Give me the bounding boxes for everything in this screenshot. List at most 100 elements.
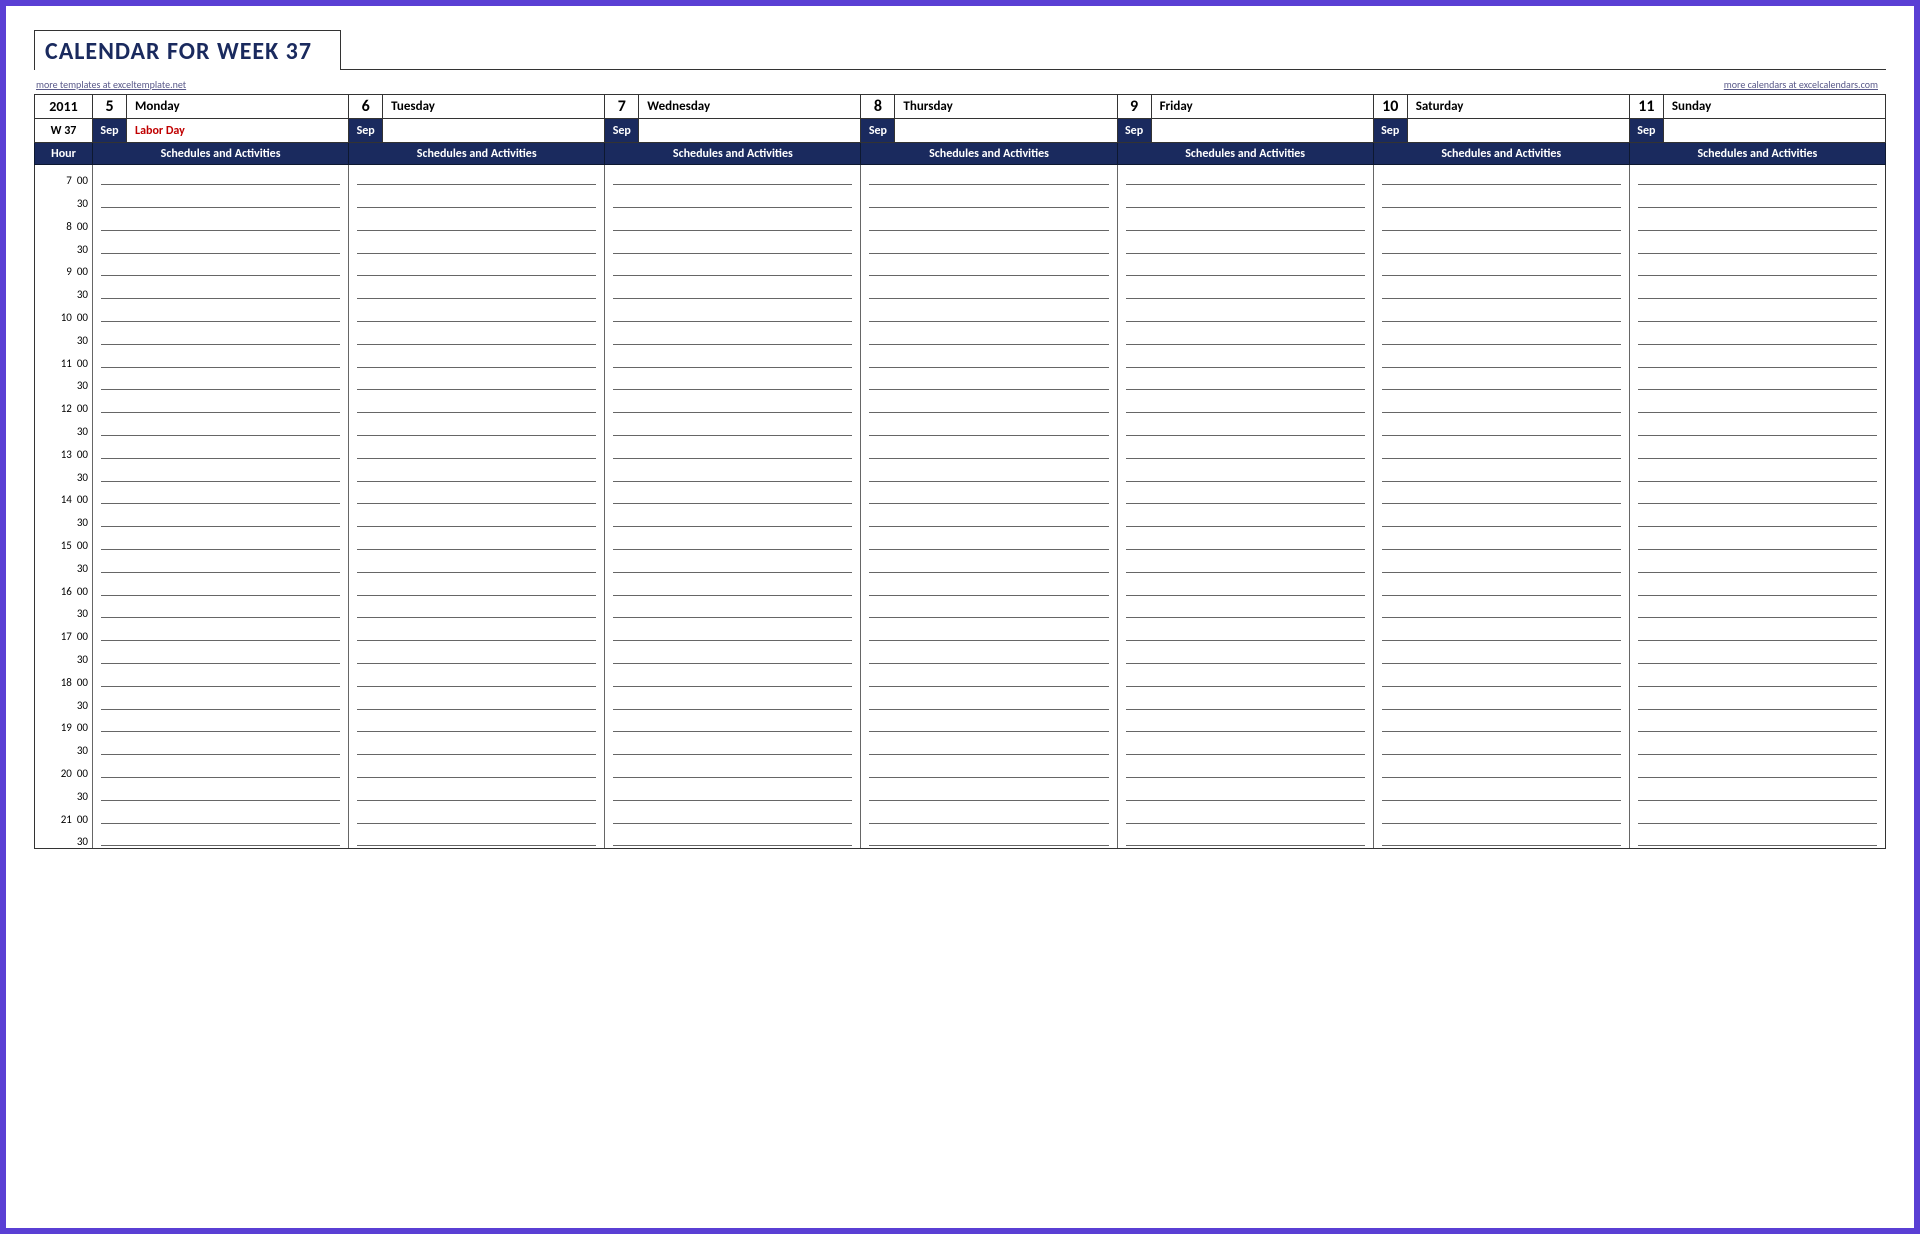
schedule-cell[interactable] bbox=[1117, 233, 1373, 256]
schedule-cell[interactable] bbox=[349, 461, 605, 484]
schedule-cell[interactable] bbox=[349, 689, 605, 712]
schedule-cell[interactable] bbox=[1373, 552, 1629, 575]
schedule-cell[interactable] bbox=[1629, 256, 1885, 279]
schedule-cell[interactable] bbox=[1629, 370, 1885, 393]
schedule-cell[interactable] bbox=[1629, 506, 1885, 529]
schedule-cell[interactable] bbox=[861, 187, 1117, 210]
schedule-cell[interactable] bbox=[1117, 734, 1373, 757]
schedule-cell[interactable] bbox=[93, 803, 349, 826]
schedule-cell[interactable] bbox=[605, 415, 861, 438]
schedule-cell[interactable] bbox=[1117, 803, 1373, 826]
schedule-cell[interactable] bbox=[1373, 278, 1629, 301]
schedule-cell[interactable] bbox=[1629, 689, 1885, 712]
schedule-cell[interactable] bbox=[1117, 620, 1373, 643]
schedule-cell[interactable] bbox=[1373, 643, 1629, 666]
schedule-cell[interactable] bbox=[349, 301, 605, 324]
schedule-cell[interactable] bbox=[861, 643, 1117, 666]
schedule-cell[interactable] bbox=[93, 575, 349, 598]
schedule-cell[interactable] bbox=[93, 826, 349, 849]
schedule-cell[interactable] bbox=[93, 278, 349, 301]
schedule-cell[interactable] bbox=[1373, 187, 1629, 210]
schedule-cell[interactable] bbox=[1117, 461, 1373, 484]
schedule-cell[interactable] bbox=[1117, 826, 1373, 849]
schedule-cell[interactable] bbox=[93, 233, 349, 256]
schedule-cell[interactable] bbox=[1629, 165, 1885, 188]
schedule-cell[interactable] bbox=[349, 643, 605, 666]
schedule-cell[interactable] bbox=[1629, 575, 1885, 598]
schedule-cell[interactable] bbox=[1373, 598, 1629, 621]
schedule-cell[interactable] bbox=[861, 210, 1117, 233]
schedule-cell[interactable] bbox=[1629, 210, 1885, 233]
schedule-cell[interactable] bbox=[605, 666, 861, 689]
schedule-cell[interactable] bbox=[349, 803, 605, 826]
schedule-cell[interactable] bbox=[349, 620, 605, 643]
schedule-cell[interactable] bbox=[605, 552, 861, 575]
schedule-cell[interactable] bbox=[1629, 666, 1885, 689]
schedule-cell[interactable] bbox=[1629, 780, 1885, 803]
schedule-cell[interactable] bbox=[1629, 803, 1885, 826]
schedule-cell[interactable] bbox=[861, 415, 1117, 438]
link-templates[interactable]: more templates at exceltemplate.net bbox=[36, 78, 192, 91]
schedule-cell[interactable] bbox=[1117, 370, 1373, 393]
schedule-cell[interactable] bbox=[1373, 461, 1629, 484]
schedule-cell[interactable] bbox=[861, 826, 1117, 849]
schedule-cell[interactable] bbox=[93, 666, 349, 689]
schedule-cell[interactable] bbox=[93, 757, 349, 780]
schedule-cell[interactable] bbox=[1117, 324, 1373, 347]
schedule-cell[interactable] bbox=[1629, 347, 1885, 370]
schedule-cell[interactable] bbox=[861, 461, 1117, 484]
schedule-cell[interactable] bbox=[1629, 187, 1885, 210]
schedule-cell[interactable] bbox=[349, 575, 605, 598]
schedule-cell[interactable] bbox=[605, 301, 861, 324]
schedule-cell[interactable] bbox=[605, 370, 861, 393]
schedule-cell[interactable] bbox=[93, 256, 349, 279]
schedule-cell[interactable] bbox=[1117, 689, 1373, 712]
schedule-cell[interactable] bbox=[1629, 757, 1885, 780]
schedule-cell[interactable] bbox=[93, 643, 349, 666]
schedule-cell[interactable] bbox=[93, 165, 349, 188]
schedule-cell[interactable] bbox=[861, 324, 1117, 347]
schedule-cell[interactable] bbox=[93, 324, 349, 347]
schedule-cell[interactable] bbox=[1117, 187, 1373, 210]
schedule-cell[interactable] bbox=[1373, 347, 1629, 370]
schedule-cell[interactable] bbox=[1373, 484, 1629, 507]
schedule-cell[interactable] bbox=[349, 780, 605, 803]
schedule-cell[interactable] bbox=[605, 392, 861, 415]
schedule-cell[interactable] bbox=[93, 598, 349, 621]
schedule-cell[interactable] bbox=[1629, 552, 1885, 575]
schedule-cell[interactable] bbox=[605, 598, 861, 621]
schedule-cell[interactable] bbox=[1373, 689, 1629, 712]
schedule-cell[interactable] bbox=[349, 712, 605, 735]
schedule-cell[interactable] bbox=[93, 210, 349, 233]
schedule-cell[interactable] bbox=[93, 734, 349, 757]
schedule-cell[interactable] bbox=[349, 552, 605, 575]
schedule-cell[interactable] bbox=[1373, 712, 1629, 735]
schedule-cell[interactable] bbox=[605, 757, 861, 780]
schedule-cell[interactable] bbox=[1117, 484, 1373, 507]
schedule-cell[interactable] bbox=[861, 278, 1117, 301]
schedule-cell[interactable] bbox=[861, 233, 1117, 256]
schedule-cell[interactable] bbox=[1373, 506, 1629, 529]
schedule-cell[interactable] bbox=[349, 734, 605, 757]
schedule-cell[interactable] bbox=[1373, 165, 1629, 188]
schedule-cell[interactable] bbox=[1117, 278, 1373, 301]
schedule-cell[interactable] bbox=[861, 438, 1117, 461]
schedule-cell[interactable] bbox=[1373, 301, 1629, 324]
schedule-cell[interactable] bbox=[605, 438, 861, 461]
schedule-cell[interactable] bbox=[349, 484, 605, 507]
schedule-cell[interactable] bbox=[861, 575, 1117, 598]
schedule-cell[interactable] bbox=[605, 689, 861, 712]
schedule-cell[interactable] bbox=[605, 826, 861, 849]
schedule-cell[interactable] bbox=[1117, 210, 1373, 233]
schedule-cell[interactable] bbox=[605, 461, 861, 484]
schedule-cell[interactable] bbox=[861, 506, 1117, 529]
schedule-cell[interactable] bbox=[1629, 415, 1885, 438]
schedule-cell[interactable] bbox=[1629, 278, 1885, 301]
schedule-cell[interactable] bbox=[1373, 233, 1629, 256]
schedule-cell[interactable] bbox=[1629, 529, 1885, 552]
schedule-cell[interactable] bbox=[349, 187, 605, 210]
schedule-cell[interactable] bbox=[349, 757, 605, 780]
schedule-cell[interactable] bbox=[93, 187, 349, 210]
schedule-cell[interactable] bbox=[1117, 757, 1373, 780]
schedule-cell[interactable] bbox=[1373, 666, 1629, 689]
